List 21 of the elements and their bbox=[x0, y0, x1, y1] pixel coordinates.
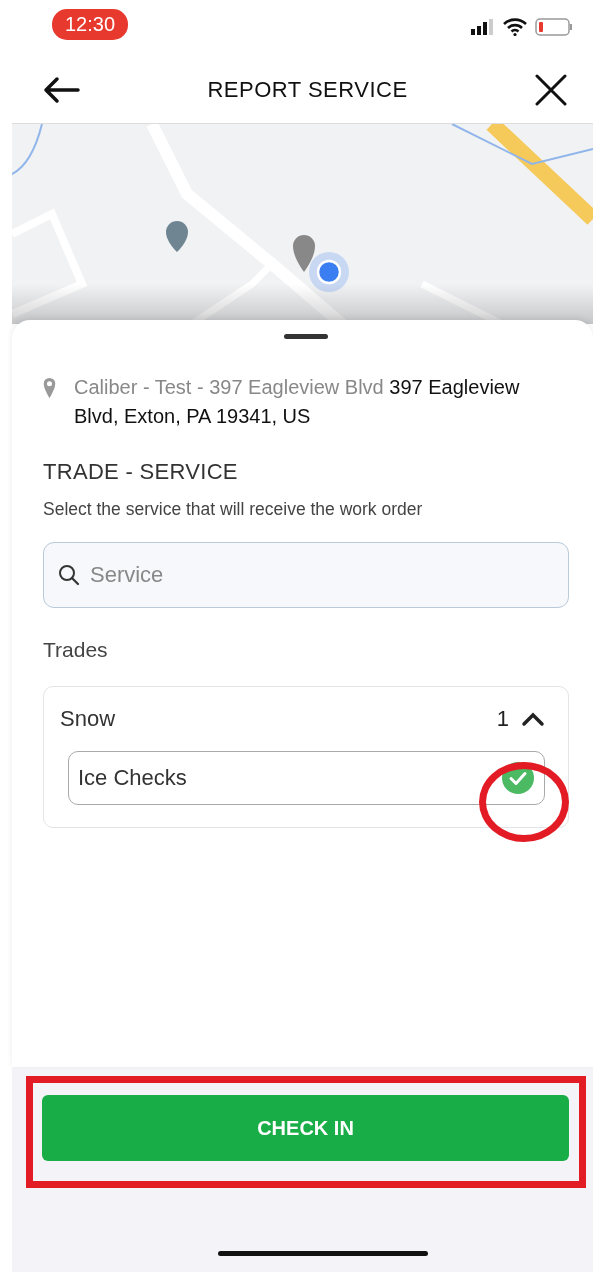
close-icon bbox=[535, 73, 567, 106]
section-subtitle: Select the service that will receive the work order bbox=[43, 499, 424, 520]
trade-name: Snow bbox=[60, 706, 117, 732]
chevron-up-icon[interactable] bbox=[521, 711, 545, 727]
signal-icon bbox=[471, 19, 495, 35]
trade-count: 1 bbox=[496, 706, 509, 732]
trades-label: Trades bbox=[43, 638, 109, 662]
back-button[interactable] bbox=[42, 75, 80, 104]
section-title: TRADE - SERVICE bbox=[43, 459, 239, 485]
service-name: Ice Checks bbox=[78, 765, 188, 791]
close-button[interactable] bbox=[535, 73, 567, 106]
check-circle-icon bbox=[502, 762, 534, 794]
drag-handle[interactable] bbox=[284, 334, 328, 339]
wifi-icon bbox=[503, 18, 527, 36]
back-arrow-icon bbox=[42, 75, 80, 104]
search-field[interactable]: Service bbox=[43, 542, 569, 608]
service-option[interactable]: Ice Checks bbox=[68, 751, 545, 805]
location-address: Caliber - Test - 397 Eagleview Blvd 397 Eagleview Blvd, Exton, PA 19341, US bbox=[73, 375, 521, 429]
screen-title: REPORT SERVICE bbox=[207, 76, 408, 103]
status-time: 12:30 bbox=[52, 8, 129, 40]
battery-icon bbox=[535, 18, 573, 36]
